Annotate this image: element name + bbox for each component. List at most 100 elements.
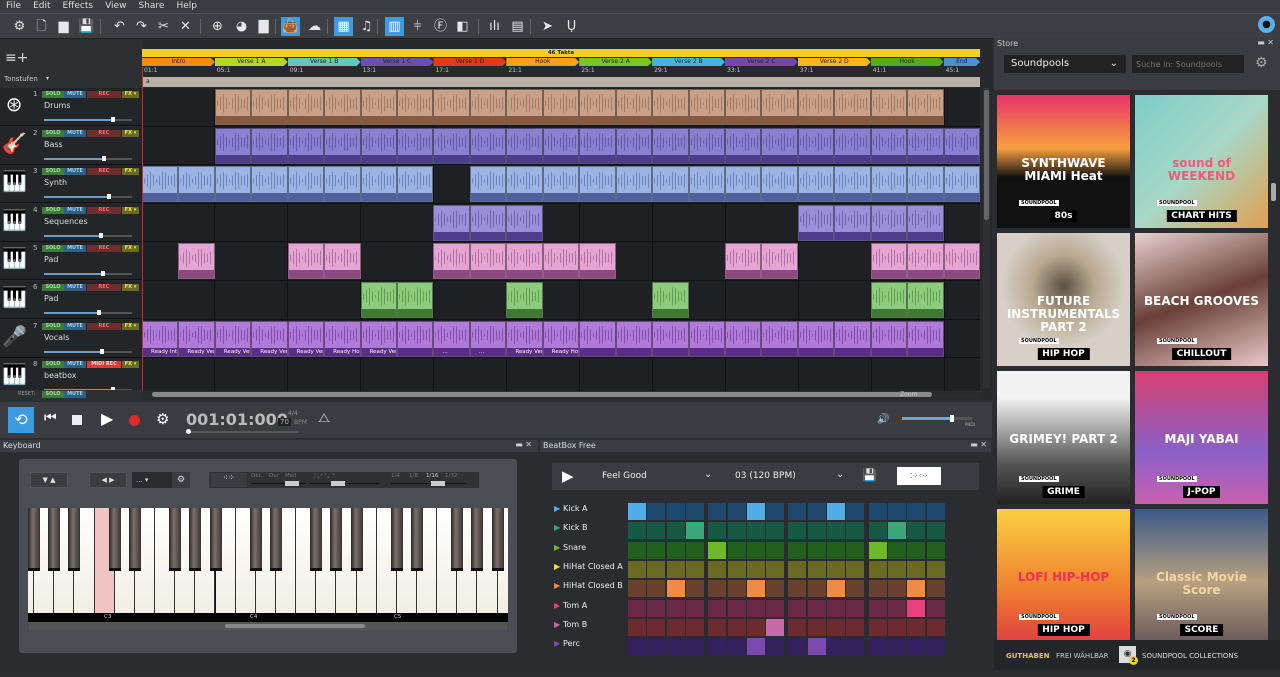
vertical-scrollbar[interactable] [983, 88, 990, 388]
step[interactable] [788, 600, 806, 617]
audio-clip[interactable] [725, 128, 761, 164]
audio-clip[interactable] [288, 128, 324, 164]
audio-clip[interactable] [761, 89, 797, 125]
audio-clip[interactable] [761, 243, 797, 279]
instrument-icon[interactable]: ◧ [453, 17, 472, 36]
piano-black-key[interactable] [109, 508, 121, 571]
menu-help[interactable]: Help [170, 0, 203, 13]
step[interactable] [708, 503, 726, 520]
step[interactable] [708, 638, 726, 655]
step[interactable] [747, 619, 765, 636]
piano-black-key[interactable] [28, 508, 40, 571]
save-icon[interactable]: 💾 [77, 17, 96, 36]
step[interactable] [747, 522, 765, 539]
step[interactable] [927, 522, 945, 539]
part-verse-2-c[interactable]: Verse 2 C [725, 58, 798, 66]
record-arm-button[interactable]: REC [87, 323, 121, 330]
audio-clip[interactable] [871, 89, 907, 125]
rack-icon[interactable]: ▤ [508, 17, 527, 36]
undo-icon[interactable]: ↶ [110, 17, 129, 36]
new-file-icon[interactable]: 🗋 [32, 17, 51, 36]
track-header[interactable]: 🎹3SOLOMUTERECFX ▾Synth [0, 165, 142, 203]
solo-button[interactable]: SOLO [42, 130, 64, 137]
audio-clip[interactable] [470, 205, 506, 241]
volume-slider[interactable] [44, 273, 132, 275]
audio-clip[interactable] [397, 321, 433, 357]
solo-button[interactable]: SOLO [42, 207, 64, 214]
audio-clip[interactable] [907, 282, 943, 318]
track-name[interactable]: Synth [44, 178, 67, 187]
menu-view[interactable]: View [99, 0, 132, 13]
step[interactable] [667, 600, 685, 617]
step[interactable] [888, 542, 906, 559]
audio-clip[interactable] [689, 321, 725, 357]
audio-clip[interactable] [324, 128, 360, 164]
step[interactable] [827, 522, 845, 539]
step[interactable] [927, 542, 945, 559]
store-scrollbar[interactable] [1271, 183, 1276, 201]
audio-clip[interactable] [834, 205, 870, 241]
step[interactable] [927, 600, 945, 617]
playhead[interactable] [142, 67, 143, 398]
piano-black-key[interactable] [351, 508, 363, 571]
audio-clip[interactable] [397, 128, 433, 164]
audio-clip[interactable] [907, 128, 943, 164]
step-active[interactable] [628, 503, 646, 520]
audio-clip[interactable] [579, 243, 615, 279]
audio-clip[interactable] [761, 166, 797, 202]
audio-clip[interactable] [506, 128, 542, 164]
redo-icon[interactable]: ↷ [132, 17, 151, 36]
step[interactable] [728, 600, 746, 617]
style-dropdown[interactable]: Feel Good [602, 471, 647, 481]
arranger-icon[interactable]: ▦ [334, 17, 353, 36]
track-header[interactable]: 🎹5SOLOMUTERECFX ▾Pad [0, 242, 142, 280]
step[interactable] [667, 561, 685, 578]
solo-button[interactable]: SOLO [42, 284, 64, 291]
track-lane[interactable] [142, 242, 980, 281]
audio-clip[interactable] [579, 128, 615, 164]
track-name[interactable]: Bass [44, 140, 63, 149]
cloud-download-icon[interactable]: ☁ [305, 17, 324, 36]
settings-icon[interactable]: ⚙ [156, 410, 169, 428]
record-arm-button[interactable]: REC [87, 207, 121, 214]
track-lane[interactable] [142, 281, 980, 320]
step[interactable] [927, 580, 945, 597]
step[interactable] [667, 522, 685, 539]
audio-clip[interactable] [944, 166, 980, 202]
step-active[interactable] [766, 619, 784, 636]
step[interactable] [907, 619, 925, 636]
reset-mute-button[interactable]: MUTE [64, 391, 86, 398]
track-lanes[interactable]: Ready Intr...Ready Ver...Ready Ver...Rea… [142, 88, 980, 398]
audio-clip[interactable] [324, 243, 360, 279]
delete-icon[interactable]: ✕ [176, 17, 195, 36]
bpm-field[interactable]: 70 [278, 418, 291, 426]
record-button[interactable] [129, 415, 140, 426]
audio-clip[interactable] [907, 205, 943, 241]
record-arm-button[interactable]: REC [87, 168, 121, 175]
step[interactable] [766, 561, 784, 578]
record-arm-button[interactable]: REC [87, 130, 121, 137]
part-verse-2-d[interactable]: Verse 2 D [798, 58, 871, 66]
step[interactable] [686, 619, 704, 636]
step[interactable] [728, 503, 746, 520]
step[interactable] [869, 638, 887, 655]
step[interactable] [808, 580, 826, 597]
piano-black-key[interactable] [391, 508, 403, 571]
step-active[interactable] [827, 580, 845, 597]
audio-clip[interactable] [761, 321, 797, 357]
audio-clip[interactable]: Ready Verse 2 A_org.HDP 70.00... [361, 321, 397, 357]
audio-clip[interactable] [288, 166, 324, 202]
note-slider[interactable] [391, 483, 466, 484]
piano-black-key[interactable] [48, 508, 60, 571]
note-32nd[interactable]: 1/32 [445, 473, 457, 479]
solo-button[interactable]: SOLO [42, 245, 64, 252]
fx-icon[interactable]: Ⓕ [431, 17, 450, 36]
part-hook[interactable]: Hook [871, 58, 944, 66]
step[interactable] [869, 522, 887, 539]
preset-dropdown[interactable]: ... ▾ [132, 472, 172, 488]
audio-clip[interactable] [871, 321, 907, 357]
step[interactable] [647, 561, 665, 578]
record-arm-button[interactable]: REC [87, 245, 121, 252]
pointer-icon[interactable]: ➤ [538, 17, 557, 36]
audio-clip[interactable] [871, 166, 907, 202]
